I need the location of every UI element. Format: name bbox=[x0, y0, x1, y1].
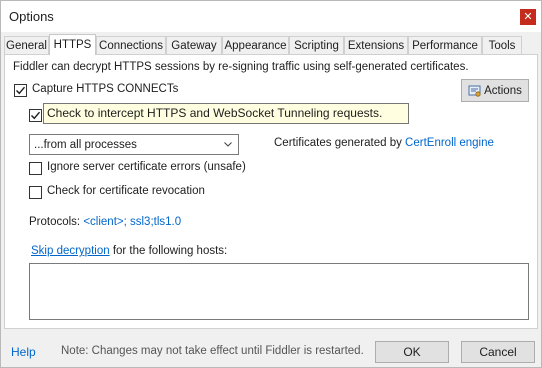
skip-hosts-textarea[interactable] bbox=[29, 263, 529, 320]
protocols-link[interactable]: <client>; ssl3;tls1.0 bbox=[83, 216, 181, 228]
tooltip: Check to intercept HTTPS and WebSocket T… bbox=[43, 103, 409, 124]
window-title: Options bbox=[9, 9, 54, 24]
tab-performance[interactable]: Performance bbox=[408, 36, 482, 54]
actions-button-label: Actions bbox=[484, 84, 522, 97]
ok-button[interactable]: OK bbox=[375, 341, 449, 363]
revocation-label: Check for certificate revocation bbox=[47, 185, 205, 197]
certificate-actions-icon bbox=[468, 85, 481, 97]
skip-decryption-link[interactable]: Skip decryption bbox=[31, 245, 110, 257]
tab-connections[interactable]: Connections bbox=[96, 36, 166, 54]
tab-extensions[interactable]: Extensions bbox=[344, 36, 408, 54]
certenroll-engine-link[interactable]: CertEnroll engine bbox=[405, 137, 494, 149]
title-bar: Options ✕ bbox=[1, 1, 541, 32]
close-button[interactable]: ✕ bbox=[520, 9, 536, 25]
tab-appearance[interactable]: Appearance bbox=[222, 36, 289, 54]
actions-button[interactable]: Actions bbox=[461, 79, 529, 102]
https-description: Fiddler can decrypt HTTPS sessions by re… bbox=[13, 61, 469, 73]
certificates-info: Certificates generated by CertEnroll eng… bbox=[274, 137, 494, 149]
decrypt-traffic-checkbox[interactable] bbox=[29, 109, 42, 122]
https-panel: Fiddler can decrypt HTTPS sessions by re… bbox=[4, 54, 538, 329]
checkmark-icon bbox=[31, 111, 41, 120]
ignore-cert-errors-checkbox[interactable] bbox=[29, 162, 42, 175]
help-link[interactable]: Help bbox=[11, 345, 36, 359]
process-filter-dropdown[interactable]: ...from all processes bbox=[29, 134, 239, 155]
process-filter-value: ...from all processes bbox=[34, 138, 137, 151]
ignore-cert-errors-label: Ignore server certificate errors (unsafe… bbox=[47, 161, 246, 173]
restart-note: Note: Changes may not take effect until … bbox=[61, 345, 364, 357]
revocation-checkbox[interactable] bbox=[29, 186, 42, 199]
capture-connects-checkbox[interactable] bbox=[14, 84, 27, 97]
tab-tools[interactable]: Tools bbox=[482, 36, 522, 54]
tab-strip: General HTTPS Connections Gateway Appear… bbox=[4, 34, 540, 55]
options-window: Options ✕ General HTTPS Connections Gate… bbox=[0, 0, 542, 368]
tab-https[interactable]: HTTPS bbox=[49, 34, 96, 55]
tab-scripting[interactable]: Scripting bbox=[289, 36, 344, 54]
skip-decryption-suffix: for the following hosts: bbox=[109, 245, 228, 257]
protocols-label: Protocols: bbox=[29, 216, 84, 228]
tab-gateway[interactable]: Gateway bbox=[166, 36, 222, 54]
protocols-row: Protocols: <client>; ssl3;tls1.0 bbox=[29, 216, 181, 228]
close-icon: ✕ bbox=[523, 10, 533, 23]
checkmark-icon bbox=[16, 86, 26, 95]
cancel-button[interactable]: Cancel bbox=[461, 341, 535, 363]
skip-decryption-row: Skip decryption for the following hosts: bbox=[31, 245, 227, 257]
chevron-down-icon bbox=[224, 142, 232, 147]
capture-connects-label: Capture HTTPS CONNECTs bbox=[32, 83, 179, 95]
certificates-prefix: Certificates generated by bbox=[274, 137, 406, 149]
tab-general[interactable]: General bbox=[4, 36, 49, 54]
